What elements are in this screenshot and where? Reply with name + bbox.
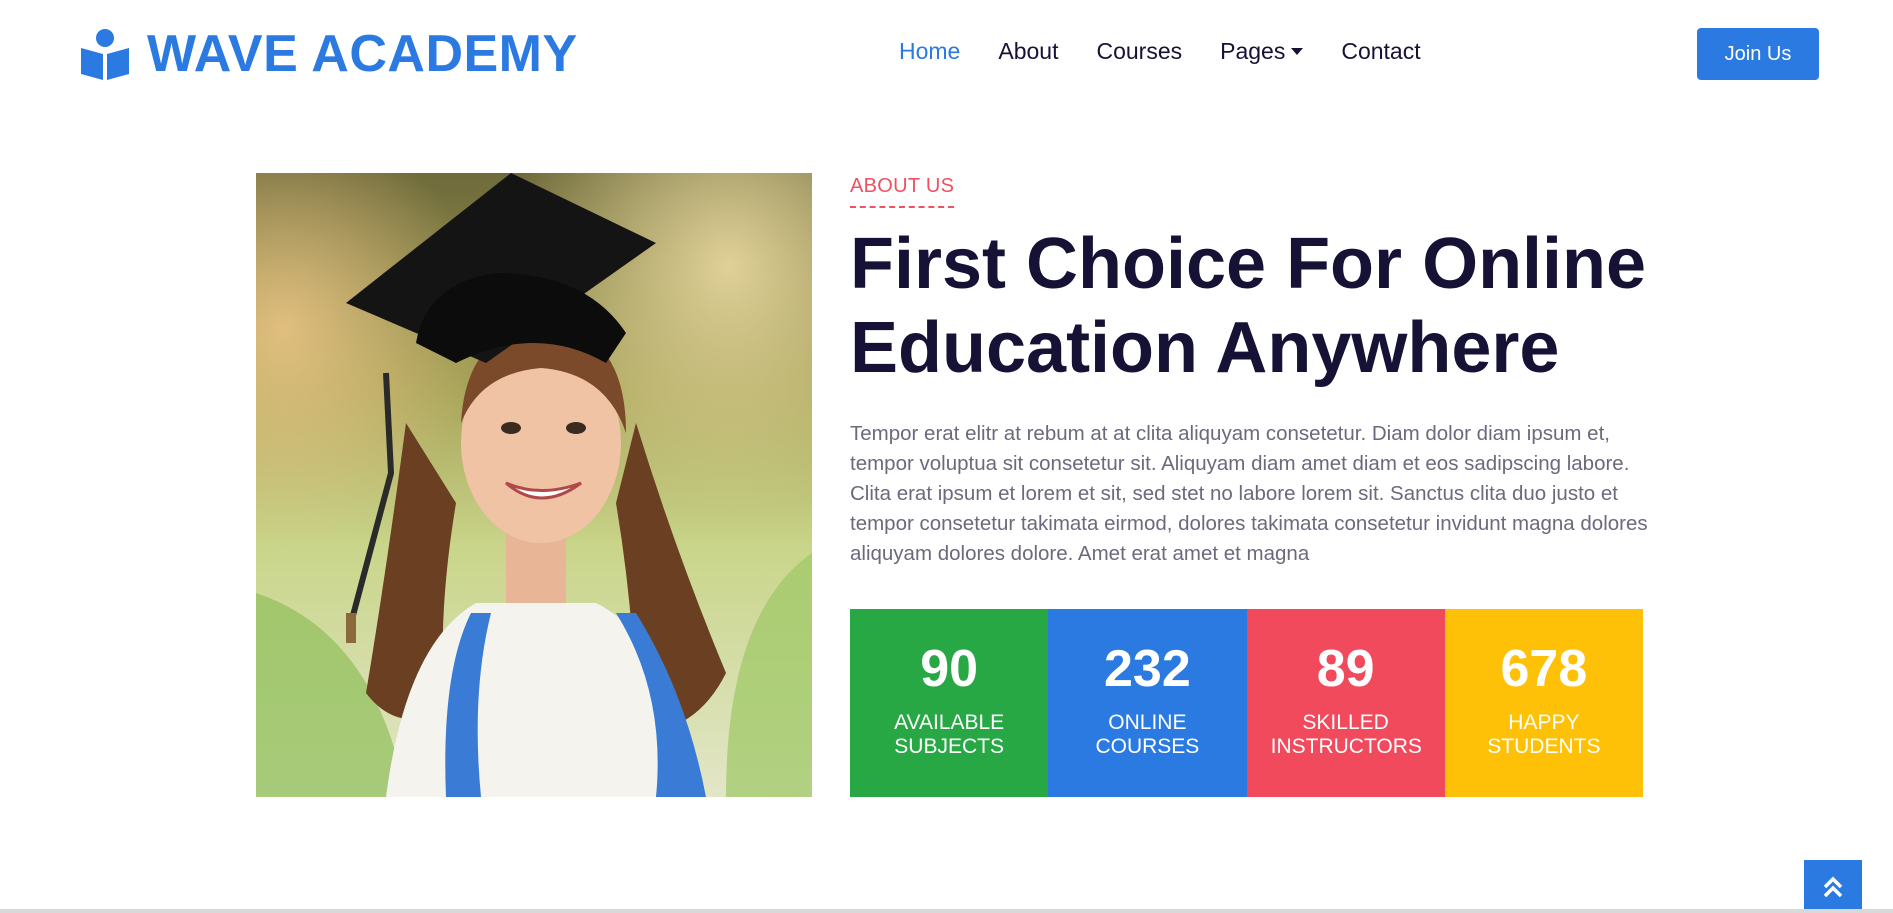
window-bottom-edge	[0, 909, 1893, 913]
nav-pages-label: Pages	[1220, 38, 1286, 64]
stat-students: 678 Happy Students	[1444, 609, 1643, 797]
stat-instructors: 89 Skilled Instructors	[1246, 609, 1445, 797]
book-reader-icon	[81, 29, 129, 80]
stat-value: 232	[1103, 640, 1191, 698]
nav-pages-dropdown[interactable]: Pages	[1220, 38, 1304, 65]
headline-line-1: First Choice For Online	[850, 224, 1647, 304]
stat-label: Available Subjects	[894, 711, 1005, 758]
section-headline: First Choice For Online Education Anywhe…	[850, 222, 1750, 390]
stat-value: 678	[1500, 640, 1588, 698]
navbar: WAVE ACADEMY Home About Courses Pages Co…	[0, 0, 1893, 108]
stat-value: 89	[1316, 640, 1375, 698]
nav-home[interactable]: Home	[899, 38, 960, 65]
main-nav: Home About Courses Pages Contact	[899, 38, 1459, 65]
nav-courses[interactable]: Courses	[1096, 38, 1182, 65]
brand-logo-link[interactable]: WAVE ACADEMY	[79, 24, 578, 84]
stat-label: Skilled Instructors	[1270, 711, 1422, 758]
section-eyebrow: ABOUT US	[850, 175, 955, 208]
stat-label: Happy Students	[1487, 711, 1601, 758]
stat-subjects: 90 Available Subjects	[850, 609, 1049, 797]
caret-down-icon	[1291, 48, 1304, 55]
stat-label: Online Courses	[1095, 711, 1200, 758]
double-chevron-up-icon	[1823, 876, 1843, 897]
section-description: Tempor erat elitr at rebum at at clita a…	[850, 422, 1648, 565]
stat-courses: 232 Online Courses	[1048, 609, 1247, 797]
headline-line-2: Education Anywhere	[850, 308, 1560, 388]
nav-contact[interactable]: Contact	[1341, 38, 1420, 65]
stat-value: 90	[920, 640, 979, 698]
back-to-top-button[interactable]	[1804, 860, 1862, 913]
nav-about[interactable]: About	[998, 38, 1058, 65]
brand-name: WAVE ACADEMY	[147, 25, 578, 83]
stats-grid: 90 Available Subjects 232 Online Courses…	[850, 609, 1643, 797]
join-us-button[interactable]: Join Us	[1697, 28, 1819, 80]
graduate-student-photo	[256, 173, 812, 797]
